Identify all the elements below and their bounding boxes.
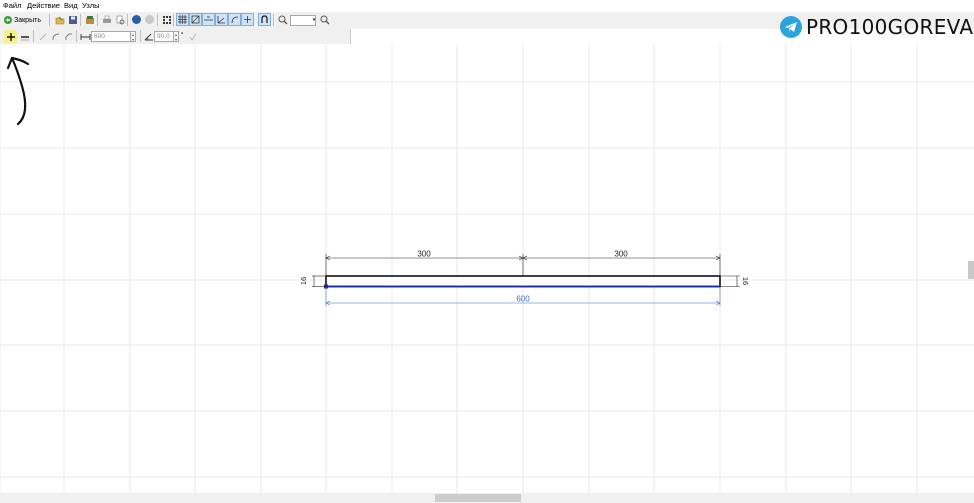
add-node-icon[interactable]	[4, 30, 17, 43]
menu-action[interactable]: Действие	[27, 2, 60, 10]
remove-node-icon[interactable]	[18, 30, 31, 43]
telegram-icon	[780, 16, 802, 38]
length-input[interactable]: 600	[91, 31, 131, 42]
menu-bar: Файл Действие Вид Узлы	[0, 0, 974, 12]
zoom-icon[interactable]	[276, 13, 289, 26]
top-dimensions	[325, 254, 721, 276]
edit-toolbar: 600 ▴ ▾ 90,0 ▴ ▾ °	[0, 29, 351, 45]
snap-line-icon[interactable]	[202, 13, 215, 26]
menu-file[interactable]: Файл	[3, 2, 21, 10]
vertical-scroll-thumb[interactable]	[968, 261, 974, 279]
panel-outline[interactable]	[325, 275, 721, 288]
menu-nodes[interactable]: Узлы	[82, 2, 99, 10]
degree-icon: °	[180, 31, 184, 39]
canvas-svg: 300 300 16 16 600	[0, 44, 974, 493]
angle-input[interactable]: 90,0	[154, 31, 174, 42]
snap-grid-icon[interactable]	[189, 13, 202, 26]
snap-angle-icon[interactable]	[215, 13, 228, 26]
watermark-text: PRO100GOREVA	[806, 15, 974, 39]
watermark-logo: PRO100GOREVA	[780, 14, 973, 40]
stop-icon[interactable]	[143, 13, 156, 26]
arc-tool-icon[interactable]	[49, 30, 62, 43]
zoom-apply-icon[interactable]	[318, 13, 331, 26]
snap-arc-icon[interactable]	[228, 13, 241, 26]
magnet-icon[interactable]	[258, 13, 271, 26]
thickness-left-label: 16	[299, 277, 308, 285]
snap-perpendicular-icon[interactable]	[241, 13, 254, 26]
apply-angle-icon[interactable]	[186, 30, 199, 43]
panel-part[interactable]	[324, 275, 721, 289]
save-icon[interactable]	[66, 13, 79, 26]
bevel-tool-icon[interactable]	[62, 30, 75, 43]
close-button[interactable]: Закрыть	[4, 13, 46, 27]
dimension-right-label: 300	[614, 250, 628, 259]
close-button-label: Закрыть	[14, 16, 41, 24]
print-preview-icon[interactable]	[113, 13, 126, 26]
open-icon[interactable]	[53, 13, 66, 26]
close-icon	[4, 16, 12, 24]
zoom-dropdown-icon[interactable]: ▾	[311, 13, 317, 26]
snap-points-icon[interactable]	[160, 13, 173, 26]
horizontal-scrollbar[interactable]	[0, 493, 974, 503]
menu-view[interactable]: Вид	[64, 2, 78, 10]
line-tool-icon[interactable]	[36, 30, 49, 43]
grid-icon[interactable]	[176, 13, 189, 26]
grid-lines	[0, 44, 974, 493]
annotation-arrow	[6, 56, 30, 126]
render-icon[interactable]	[130, 13, 143, 26]
dimension-left-label: 300	[417, 250, 431, 259]
thickness-right-label: 16	[741, 277, 750, 285]
drawing-canvas[interactable]: 300 300 16 16 600	[0, 44, 974, 493]
print-icon[interactable]	[100, 13, 113, 26]
dimension-total-label: 600	[516, 295, 530, 304]
export-icon[interactable]	[83, 13, 96, 26]
horizontal-scroll-thumb[interactable]	[435, 494, 521, 502]
length-spinner[interactable]: ▴ ▾	[130, 31, 136, 42]
